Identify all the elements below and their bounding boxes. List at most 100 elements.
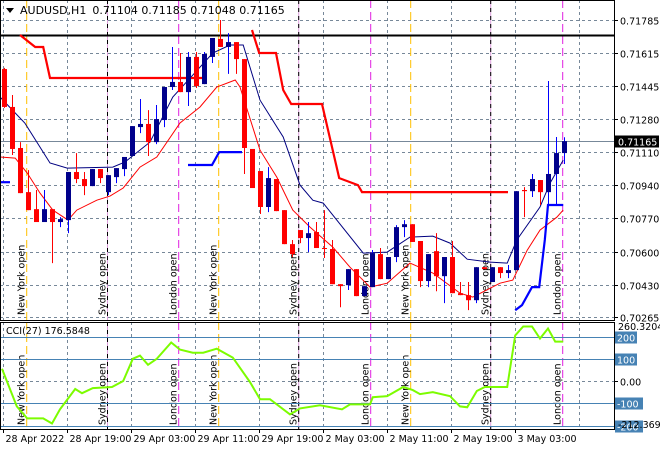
bearish-candle <box>434 233 439 292</box>
candle-body <box>346 269 351 286</box>
candle-body <box>58 219 63 223</box>
session-label: Sydney open <box>289 363 300 425</box>
bullish-candle <box>426 254 431 288</box>
candle-body <box>378 254 383 280</box>
bearish-candle <box>282 210 287 245</box>
bearish-candle <box>450 240 455 294</box>
candle-body <box>34 209 39 223</box>
current-price-label: 0.71165 <box>618 138 657 149</box>
time-label: 28 Apr 2022 <box>6 434 65 445</box>
candle-body <box>18 147 23 194</box>
session-label: London open <box>169 253 180 315</box>
time-label: 3 May 03:00 <box>518 434 577 445</box>
bearish-candle <box>242 59 247 174</box>
candle-body <box>226 42 231 47</box>
bearish-candle <box>194 52 199 88</box>
session-label: Sydney open <box>481 363 492 425</box>
candle-body <box>466 295 471 301</box>
session-label: New York open <box>17 355 28 425</box>
bearish-candle <box>34 189 39 223</box>
candle-body <box>562 141 567 154</box>
time-label: 2 May 19:00 <box>454 434 513 445</box>
session-label: London open <box>169 363 180 425</box>
dropdown-triangle-icon[interactable] <box>6 8 14 13</box>
candle-body <box>482 267 487 270</box>
candle-body <box>178 81 183 93</box>
candle-body <box>402 224 407 228</box>
bearish-candle <box>314 222 319 249</box>
bearish-candle <box>258 171 263 215</box>
candle-body <box>242 59 247 148</box>
price-label: 0.71110 <box>620 149 659 160</box>
candle-body <box>274 179 279 212</box>
candle-body <box>82 179 87 187</box>
price-label: 0.71280 <box>620 116 659 127</box>
cci-level-label: 200 <box>617 334 635 345</box>
bearish-candle <box>98 169 103 184</box>
bullish-candle <box>554 137 559 206</box>
cci-level-label: 100 <box>617 356 635 367</box>
bullish-candle <box>490 267 495 283</box>
bullish-candle <box>474 267 479 304</box>
candle-body <box>418 240 423 282</box>
candle-body <box>522 189 527 192</box>
bullish-candle <box>130 126 135 156</box>
session-label: Sydney open <box>98 363 109 425</box>
chart-canvas[interactable]: New York open New York open Sydney open Syd… <box>0 0 660 450</box>
candle-body <box>146 123 151 143</box>
price-label: 0.71615 <box>620 50 659 61</box>
candle-body <box>474 267 479 301</box>
candle-body <box>530 179 535 192</box>
candle-body <box>2 69 7 107</box>
cci-line <box>1 325 564 425</box>
bearish-candle <box>10 95 15 156</box>
cci-max-label: 260.3204 <box>618 322 660 333</box>
session-label: Sydney open <box>289 253 300 315</box>
bullish-candle <box>162 87 167 128</box>
session-label: New York open <box>401 245 412 315</box>
trailing-stop-lower-line <box>188 151 242 167</box>
bearish-candle <box>146 110 151 156</box>
price-label: 0.70430 <box>620 282 659 293</box>
candle-body <box>450 257 455 294</box>
candle-body <box>298 230 303 239</box>
bearish-candle <box>338 284 343 308</box>
bullish-candle <box>202 52 207 85</box>
bullish-candle <box>530 173 535 198</box>
bullish-candle <box>114 168 119 184</box>
candle-body <box>394 227 399 258</box>
bullish-candle <box>266 167 271 213</box>
bearish-candle <box>18 142 23 194</box>
time-label: 2 May 03:00 <box>326 434 385 445</box>
bearish-candle <box>250 148 255 189</box>
time-label: 29 Apr 19:00 <box>262 434 324 445</box>
trailing-stop-upper-line <box>250 29 508 194</box>
bullish-candle <box>66 172 71 234</box>
cci-panel: CCI(27) 176.5848 <box>0 325 614 427</box>
cci-panel-border <box>0 322 615 430</box>
candle-body <box>194 56 199 87</box>
time-label: 29 Apr 11:00 <box>198 434 260 445</box>
candle-body <box>514 191 519 271</box>
grid <box>0 0 614 429</box>
bearish-candle <box>466 282 471 311</box>
session-label: New York open <box>17 245 28 315</box>
bullish-candle <box>402 220 407 238</box>
bullish-candle <box>90 169 95 187</box>
cci-title: CCI(27) 176.5848 <box>6 326 90 337</box>
ohlc-label: 0.71104 0.71185 0.71048 0.71165 <box>92 4 285 17</box>
candle-body <box>162 87 167 121</box>
candle-body <box>170 81 175 88</box>
candle-body <box>250 148 255 189</box>
candle-body <box>234 42 239 60</box>
bullish-candle <box>186 52 191 106</box>
bearish-candle <box>482 267 487 270</box>
price-label: 0.70940 <box>620 182 659 193</box>
bearish-candle <box>522 187 527 218</box>
candle-body <box>306 233 311 239</box>
candle-body <box>50 209 55 223</box>
time-label: 28 Apr 19:00 <box>70 434 132 445</box>
candle-body <box>42 209 47 223</box>
time-label: 2 May 11:00 <box>390 434 449 445</box>
bullish-candle <box>210 37 215 63</box>
